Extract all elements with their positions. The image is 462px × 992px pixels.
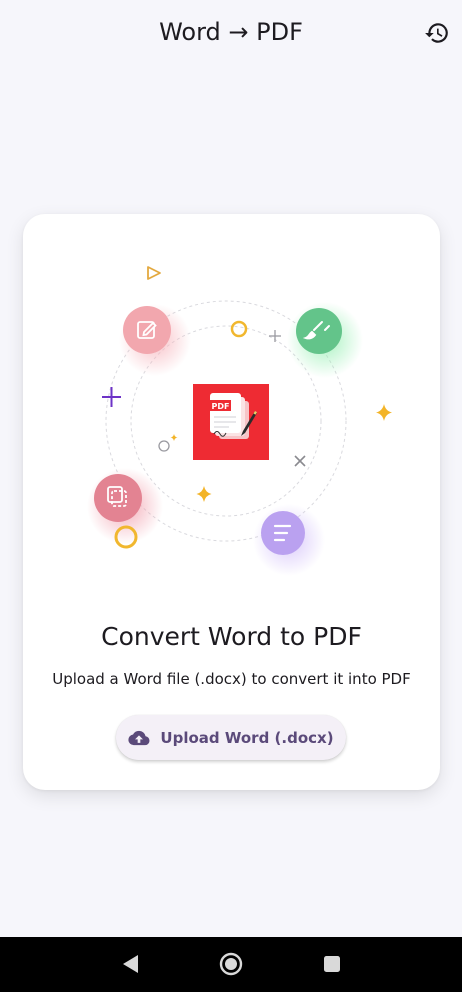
history-button[interactable] [424, 20, 450, 46]
app-bar: Word → PDF [0, 0, 462, 72]
edit-bubble [119, 304, 191, 376]
pdf-document-icon: PDF [193, 384, 269, 460]
plus-accent-purple [102, 387, 121, 407]
upload-word-button[interactable]: Upload Word (.docx) [116, 715, 346, 760]
card-title: Convert Word to PDF [101, 622, 362, 651]
brush-bubble [287, 302, 363, 378]
back-button[interactable] [118, 951, 144, 977]
system-nav-bar [0, 937, 462, 992]
pdf-badge-text: PDF [212, 402, 230, 411]
back-icon [123, 955, 138, 973]
sparkle-accent-tiny [170, 434, 178, 441]
upload-button-label: Upload Word (.docx) [160, 728, 334, 747]
cloud-upload-icon [128, 730, 150, 745]
convert-card: PDF Convert Word to PDF Upload a Word fi… [23, 214, 440, 790]
recents-button[interactable] [319, 951, 345, 977]
triangle-accent [147, 266, 161, 280]
copy-bubble [87, 468, 163, 544]
notes-bubble [253, 504, 325, 576]
illustration: PDF [87, 266, 392, 576]
ring-accent-small [230, 320, 248, 338]
recents-icon [324, 956, 340, 972]
page-title: Word → PDF [159, 18, 303, 46]
home-button[interactable] [218, 951, 244, 977]
x-accent [294, 455, 306, 467]
plus-accent-gray [269, 330, 281, 342]
home-icon [219, 952, 243, 976]
ring-accent-gray [158, 440, 170, 452]
sparkle-accent-right [376, 404, 392, 421]
sparkle-accent-bottom [196, 486, 212, 502]
card-subtitle: Upload a Word file (.docx) to convert it… [52, 670, 411, 688]
history-icon [425, 23, 448, 43]
